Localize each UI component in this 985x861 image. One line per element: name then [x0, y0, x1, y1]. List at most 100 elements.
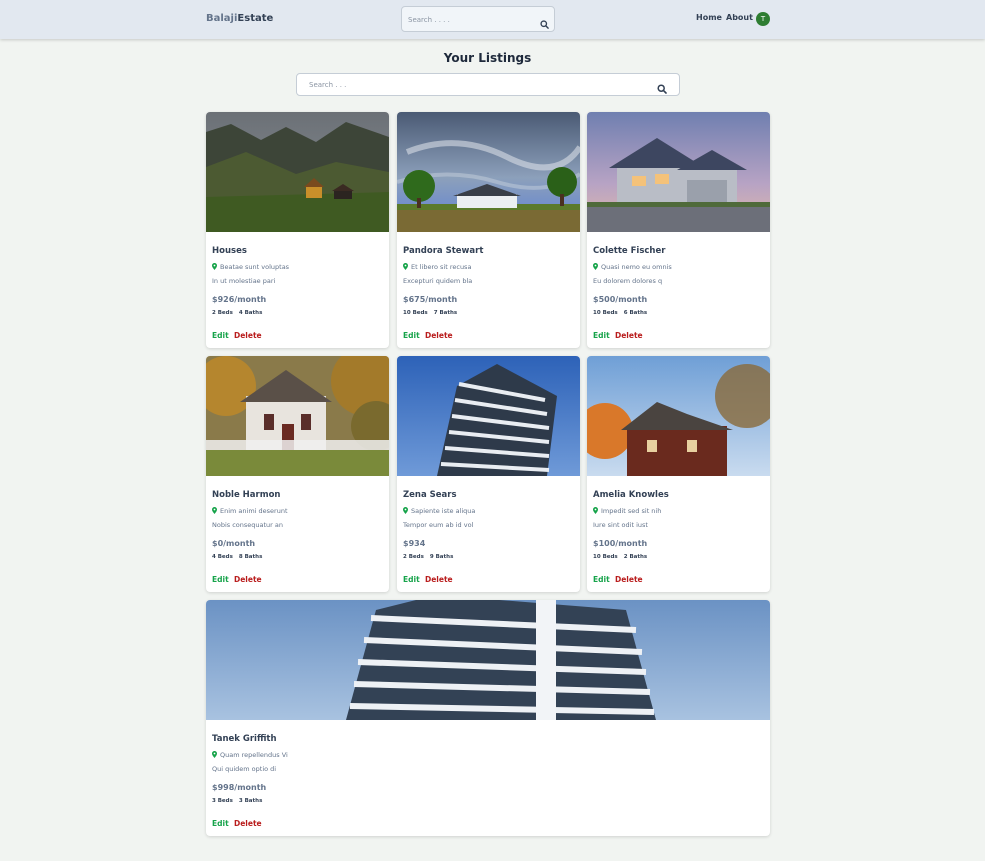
listing-baths: 9 Baths: [429, 554, 454, 560]
listing-address: Quam repellendus Vi: [212, 751, 288, 759]
user-avatar[interactable]: T: [756, 12, 770, 26]
listing-price: $0/month: [212, 539, 256, 548]
mountain-farmhouse-photo[interactable]: [206, 112, 389, 232]
location-pin-icon: [212, 263, 217, 270]
listings-search-box: [296, 73, 680, 96]
search-icon[interactable]: [657, 79, 667, 98]
listing-address-text: Quasi nemo eu omnis: [601, 263, 672, 271]
listing-card[interactable]: Colette Fischer Quasi nemo eu omnis Eu d…: [587, 112, 770, 348]
modern-apartment-tower-photo[interactable]: [397, 356, 580, 476]
location-pin-icon: [593, 507, 598, 514]
listing-description: Qui quidem optio di: [212, 765, 277, 773]
delete-button[interactable]: Delete: [234, 331, 262, 340]
listings-search-input[interactable]: [309, 79, 639, 91]
location-pin-icon: [403, 507, 408, 514]
listing-name[interactable]: Colette Fischer: [593, 246, 665, 256]
listing-card[interactable]: Tanek Griffith Quam repellendus Vi Qui q…: [206, 600, 770, 836]
listing-beds: 3 Beds: [212, 798, 233, 804]
delete-button[interactable]: Delete: [615, 575, 643, 584]
suburban-house-dusk-photo[interactable]: [587, 112, 770, 232]
white-cottage-autumn-photo[interactable]: [206, 356, 389, 476]
edit-button[interactable]: Edit: [212, 819, 229, 828]
listing-name[interactable]: Noble Harmon: [212, 490, 280, 500]
edit-button[interactable]: Edit: [403, 331, 420, 340]
listing-baths: 8 Baths: [238, 554, 263, 560]
listing-price: $100/month: [593, 539, 648, 548]
listing-name[interactable]: Houses: [212, 246, 247, 256]
delete-button[interactable]: Delete: [234, 819, 262, 828]
search-icon[interactable]: [540, 14, 549, 33]
listing-features: 4 Beds 8 Baths: [212, 554, 262, 560]
listing-address: Impedit sed sit nih: [593, 507, 661, 515]
listing-description: Nobis consequatur an: [212, 521, 284, 529]
listing-card[interactable]: Zena Sears Sapiente iste aliqua Tempor e…: [397, 356, 580, 592]
listing-name[interactable]: Amelia Knowles: [593, 490, 669, 500]
listing-beds: 2 Beds: [212, 310, 233, 316]
listing-beds: 10 Beds: [593, 310, 618, 316]
listing-description: Tempor eum ab id vol: [403, 521, 474, 529]
location-pin-icon: [593, 263, 598, 270]
listing-description: In ut molestiae pari: [212, 277, 276, 285]
edit-button[interactable]: Edit: [593, 331, 610, 340]
listing-name[interactable]: Zena Sears: [403, 490, 457, 500]
listing-features: 10 Beds 7 Baths: [403, 310, 457, 316]
listing-baths: 3 Baths: [238, 798, 263, 804]
listing-price: $500/month: [593, 295, 648, 304]
listing-beds: 2 Beds: [403, 554, 424, 560]
edit-button[interactable]: Edit: [593, 575, 610, 584]
listing-address-text: Quam repellendus Vi: [220, 751, 288, 759]
delete-button[interactable]: Delete: [425, 575, 453, 584]
nav-about-link[interactable]: About: [726, 13, 753, 22]
listing-baths: 2 Baths: [623, 554, 648, 560]
listing-features: 2 Beds 4 Baths: [212, 310, 262, 316]
delete-button[interactable]: Delete: [425, 331, 453, 340]
brick-house-autumn-trees-photo[interactable]: [587, 356, 770, 476]
listing-address: Enim animi deserunt: [212, 507, 288, 515]
location-pin-icon: [403, 263, 408, 270]
nav-home-link[interactable]: Home: [696, 13, 722, 22]
listing-address: Sapiente iste aliqua: [403, 507, 475, 515]
header-search-input[interactable]: [408, 13, 528, 26]
listing-description: Excepturi quidem bla: [403, 277, 473, 285]
listing-description: Eu dolorem dolores q: [593, 277, 663, 285]
listing-beds: 10 Beds: [593, 554, 618, 560]
site-logo[interactable]: BalajiEstate: [206, 13, 273, 24]
listing-address-text: Impedit sed sit nih: [601, 507, 662, 515]
delete-button[interactable]: Delete: [234, 575, 262, 584]
listing-address-text: Enim animi deserunt: [220, 507, 288, 515]
listing-address: Et libero sit recusa: [403, 263, 471, 271]
listing-price: $926/month: [212, 295, 267, 304]
listing-name[interactable]: Pandora Stewart: [403, 246, 483, 256]
listing-address-text: Beatae sunt voluptas: [220, 263, 290, 271]
listing-features: 10 Beds 6 Baths: [593, 310, 647, 316]
listing-address-text: Et libero sit recusa: [411, 263, 472, 271]
listing-price: $934: [403, 539, 426, 548]
edit-button[interactable]: Edit: [212, 575, 229, 584]
modern-highrise-balconies-photo[interactable]: [206, 600, 770, 720]
listing-card[interactable]: Pandora Stewart Et libero sit recusa Exc…: [397, 112, 580, 348]
location-pin-icon: [212, 507, 217, 514]
listing-features: 3 Beds 3 Baths: [212, 798, 262, 804]
logo-part-2: Estate: [237, 13, 274, 24]
page-title: Your Listings: [443, 51, 532, 65]
listing-card[interactable]: Houses Beatae sunt voluptas In ut molest…: [206, 112, 389, 348]
listing-name[interactable]: Tanek Griffith: [212, 734, 277, 744]
listing-card[interactable]: Noble Harmon Enim animi deserunt Nobis c…: [206, 356, 389, 592]
listing-baths: 4 Baths: [238, 310, 263, 316]
listing-beds: 4 Beds: [212, 554, 233, 560]
listing-address: Quasi nemo eu omnis: [593, 263, 672, 271]
white-mansion-stormy-sky-photo[interactable]: [397, 112, 580, 232]
listing-address-text: Sapiente iste aliqua: [411, 507, 476, 515]
header-search-box: [401, 6, 555, 32]
listing-features: 2 Beds 9 Baths: [403, 554, 453, 560]
listing-address: Beatae sunt voluptas: [212, 263, 289, 271]
edit-button[interactable]: Edit: [403, 575, 420, 584]
logo-part-1: Balaji: [206, 13, 238, 24]
delete-button[interactable]: Delete: [615, 331, 643, 340]
location-pin-icon: [212, 751, 217, 758]
listing-baths: 7 Baths: [433, 310, 458, 316]
listing-price: $675/month: [403, 295, 458, 304]
listing-description: Iure sint odit iust: [593, 521, 648, 529]
edit-button[interactable]: Edit: [212, 331, 229, 340]
listing-card[interactable]: Amelia Knowles Impedit sed sit nih Iure …: [587, 356, 770, 592]
